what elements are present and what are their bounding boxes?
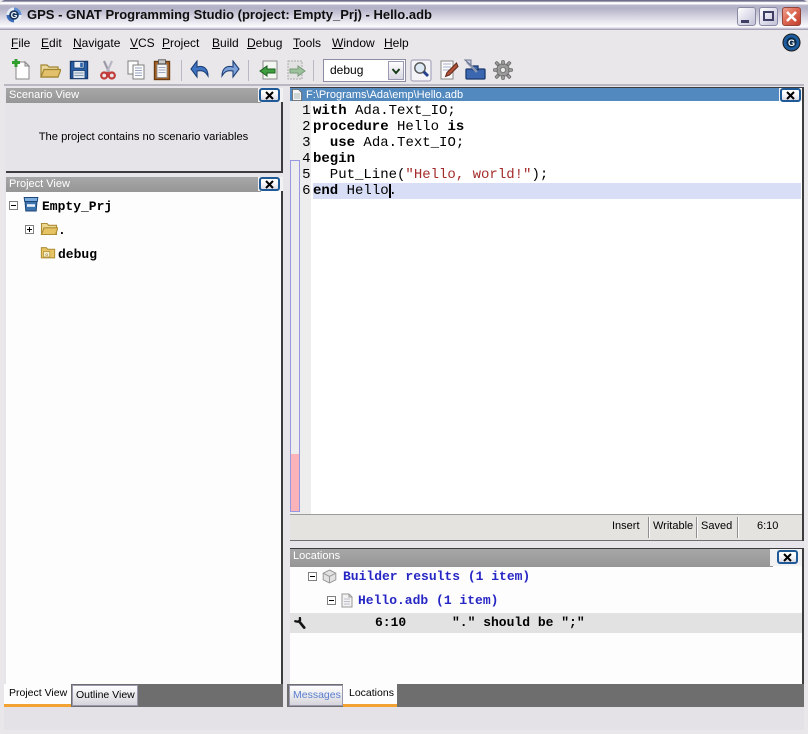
svg-text:G: G bbox=[11, 10, 18, 20]
svg-text:o: o bbox=[45, 253, 48, 258]
svg-text:G: G bbox=[788, 38, 795, 48]
